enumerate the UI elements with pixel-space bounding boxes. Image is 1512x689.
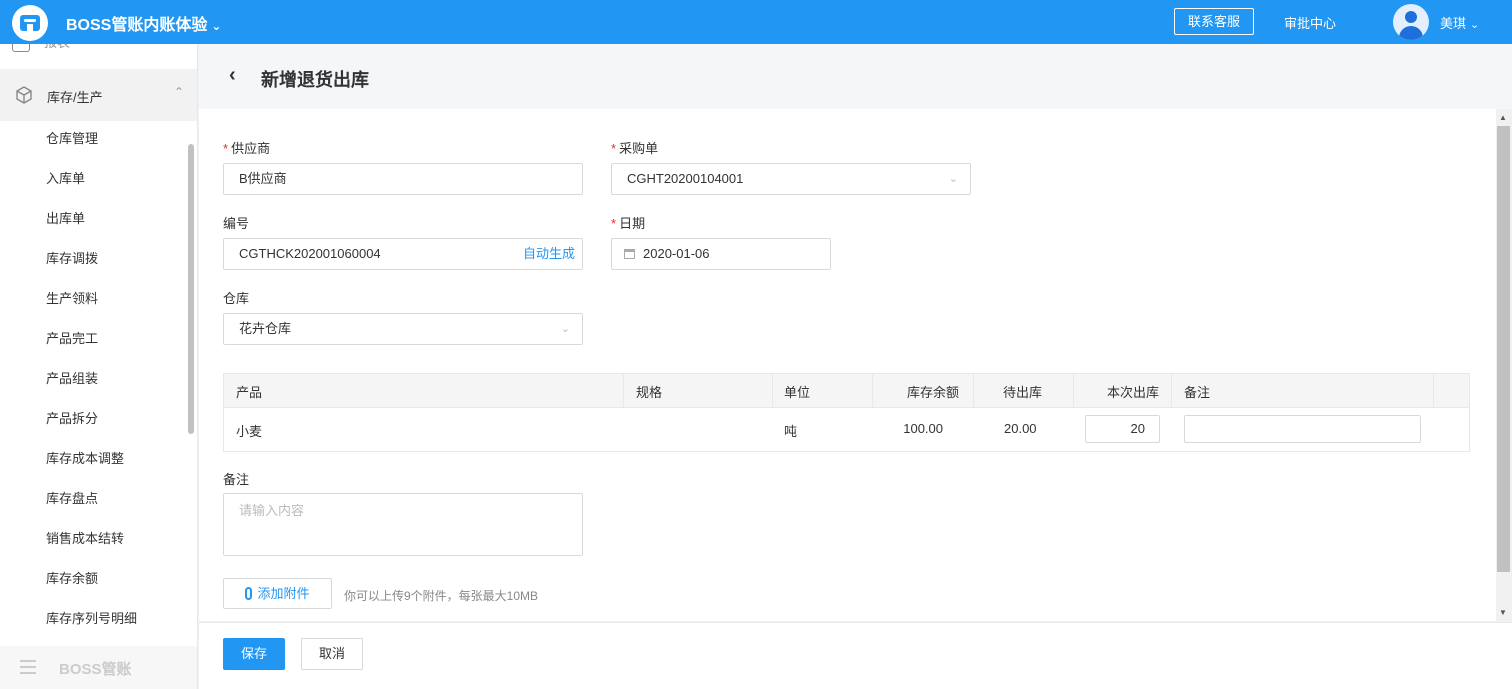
auto-generate-link[interactable]: 自动生成: [523, 239, 575, 269]
sidebar: 报表 库存/生产 ⌃ 仓库管理 入库单 出库单 库存调拨 生产领料 产品完工 产…: [0, 44, 198, 689]
warehouse-label: 仓库: [223, 291, 250, 306]
table-header: 产品 规格 单位 库存余额 待出库 本次出库 备注: [224, 374, 1469, 408]
cell-stock: 100.00: [903, 421, 943, 436]
remark-textarea[interactable]: 请输入内容: [223, 493, 583, 556]
sidebar-item[interactable]: 库存成本调整: [0, 439, 197, 479]
chevron-down-icon: ⌄: [211, 19, 222, 33]
number-label: 编号: [223, 216, 250, 231]
approval-center-link[interactable]: 审批中心: [1284, 13, 1336, 32]
sidebar-group-inventory[interactable]: 库存/生产 ⌃: [0, 69, 197, 121]
cube-icon: [16, 86, 32, 104]
chevron-up-icon: ⌃: [174, 85, 185, 99]
sidebar-scrollbar[interactable]: [188, 144, 194, 434]
app-title: BOSS管账内账体验: [66, 17, 208, 34]
scrollbar-thumb[interactable]: [1497, 126, 1510, 572]
number-input[interactable]: CGTHCK202001060004 自动生成: [223, 238, 583, 270]
col-pending: 待出库: [1003, 385, 1043, 400]
col-remark: 备注: [1184, 385, 1211, 400]
page-title: 新增退货出库: [261, 70, 369, 90]
attachment-hint: 你可以上传9个附件，每张最大10MB: [344, 589, 539, 603]
sidebar-footer-brand: BOSS管账: [59, 661, 132, 678]
sidebar-item[interactable]: 库存序列号明细: [0, 599, 197, 639]
cell-unit: 吨: [784, 424, 798, 439]
cell-pending: 20.00: [1004, 421, 1037, 436]
sidebar-item[interactable]: 入库单: [0, 159, 197, 199]
supplier-label: * 供应商: [223, 141, 271, 156]
sidebar-item[interactable]: 库存调拨: [0, 239, 197, 279]
scroll-down-icon[interactable]: ▼: [1499, 608, 1507, 617]
chevron-down-icon: ⌄: [1470, 19, 1480, 31]
store-logo-icon[interactable]: [12, 5, 48, 41]
warehouse-select[interactable]: 花卉仓库 ⌄: [223, 313, 583, 345]
sidebar-item[interactable]: 仓库管理: [0, 119, 197, 159]
sidebar-item[interactable]: 销售成本结转: [0, 519, 197, 559]
sidebar-collapse-toggle[interactable]: BOSS管账: [0, 646, 197, 689]
top-bar: BOSS管账内账体验 ⌄ 联系客服 审批中心 美琪 ⌄: [0, 0, 1512, 44]
user-name: 美琪: [1440, 16, 1467, 31]
form-footer: 保存 取消: [199, 622, 1512, 689]
sidebar-item[interactable]: 出库单: [0, 199, 197, 239]
user-avatar-icon[interactable]: [1393, 4, 1429, 40]
save-button[interactable]: 保存: [223, 638, 285, 670]
date-label: * 日期: [611, 216, 646, 231]
menu-collapse-icon: [20, 660, 36, 674]
date-picker[interactable]: 2020-01-06: [611, 238, 831, 270]
supplier-input[interactable]: B供应商: [223, 163, 583, 195]
remark-label: 备注: [223, 472, 250, 487]
col-stock: 库存余额: [906, 385, 959, 400]
purchase-order-label: * 采购单: [611, 141, 659, 156]
row-remark-input[interactable]: [1184, 415, 1421, 443]
chevron-down-icon: ⌄: [560, 323, 570, 335]
account-switcher[interactable]: BOSS管账内账体验 ⌄: [66, 11, 221, 35]
scroll-up-icon[interactable]: ▲: [1499, 113, 1507, 122]
add-attachment-button[interactable]: 添加附件: [223, 578, 332, 609]
chevron-down-icon: ⌄: [948, 173, 958, 185]
sidebar-submenu: 仓库管理 入库单 出库单 库存调拨 生产领料 产品完工 产品组装 产品拆分 库存…: [0, 119, 197, 639]
contact-support-button[interactable]: 联系客服: [1174, 8, 1254, 35]
back-arrow-icon[interactable]: ‹: [229, 64, 236, 87]
cancel-button[interactable]: 取消: [301, 638, 363, 670]
required-mark: *: [223, 141, 229, 156]
required-mark: *: [611, 141, 617, 156]
calendar-icon: [624, 249, 635, 259]
col-product: 产品: [236, 385, 263, 400]
sidebar-item[interactable]: 生产领料: [0, 279, 197, 319]
sidebar-item[interactable]: 产品拆分: [0, 399, 197, 439]
purchase-order-select[interactable]: CGHT20200104001 ⌄: [611, 163, 971, 195]
col-unit: 单位: [784, 385, 811, 400]
products-table: 产品 规格 单位 库存余额 待出库 本次出库 备注 小麦 吨 100.00 20…: [223, 373, 1470, 452]
col-spec: 规格: [636, 385, 663, 400]
cell-product: 小麦: [236, 424, 263, 439]
paperclip-icon: [245, 587, 253, 600]
sidebar-item[interactable]: 产品组装: [0, 359, 197, 399]
sidebar-item[interactable]: 产品完工: [0, 319, 197, 359]
this-out-quantity-input[interactable]: 20: [1085, 415, 1160, 443]
sidebar-item-reports[interactable]: 报表: [12, 44, 70, 52]
report-icon: [12, 44, 30, 52]
col-this-out: 本次出库: [1106, 385, 1159, 400]
sidebar-item[interactable]: 库存盘点: [0, 479, 197, 519]
sidebar-item[interactable]: 库存余额: [0, 559, 197, 599]
user-menu[interactable]: 美琪 ⌄: [1440, 13, 1479, 32]
page-header: ‹ 新增退货出库: [199, 44, 1512, 109]
required-mark: *: [611, 216, 617, 231]
content-scrollbar[interactable]: ▲ ▼: [1496, 109, 1512, 621]
sidebar-group-label: 库存/生产: [47, 90, 103, 105]
